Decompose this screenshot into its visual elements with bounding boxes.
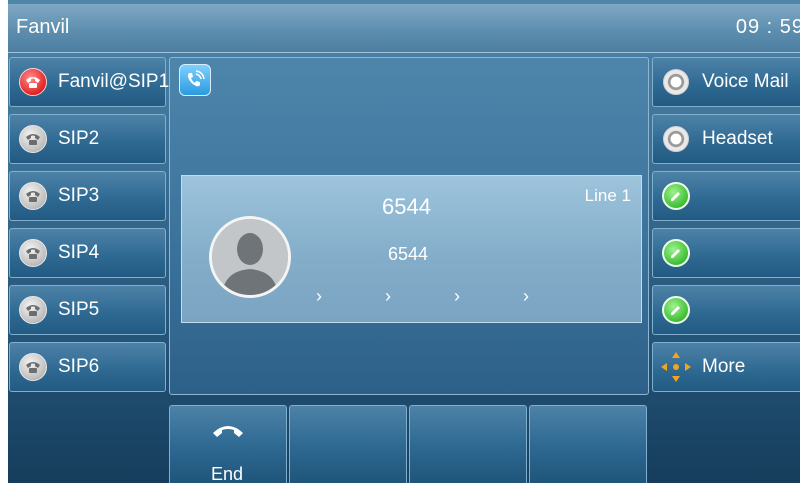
line-indicator: Line 1 (584, 186, 631, 205)
line-key-label: SIP3 (58, 185, 100, 206)
softkey-3[interactable] (409, 405, 527, 483)
status-bar: Fanvil 09 : 59 (8, 4, 800, 53)
more-label: More (702, 356, 746, 377)
dss-key-label: Voice Mail (702, 71, 789, 92)
gray-handset-icon (19, 353, 47, 381)
more-button[interactable]: More (652, 342, 800, 392)
gray-handset-icon (19, 296, 47, 324)
dss-key-3[interactable] (652, 171, 800, 221)
end-call-softkey[interactable]: End (169, 405, 287, 483)
softkey-4[interactable] (529, 405, 647, 483)
gray-handset-icon (19, 125, 47, 153)
call-info-card: 6544 6544 Line 1 › › › › (181, 175, 642, 323)
line-key-label: Fanvil@SIP1 (58, 71, 170, 92)
line-key-6[interactable]: SIP6 (9, 342, 166, 392)
dss-key-voicemail[interactable]: Voice Mail (652, 57, 800, 107)
radio-icon (663, 126, 689, 152)
line-key-label: SIP5 (58, 299, 100, 320)
line-key-1[interactable]: Fanvil@SIP1 (9, 57, 170, 107)
line-key-5[interactable]: SIP5 (9, 285, 166, 335)
softkey-label: End (211, 464, 244, 483)
dss-key-label: Headset (702, 128, 773, 149)
gray-handset-icon (19, 239, 47, 267)
line-key-4[interactable]: SIP4 (9, 228, 166, 278)
caller-number: 6544 (388, 244, 429, 264)
device-title: Fanvil (16, 16, 70, 38)
dss-key-5[interactable] (652, 285, 800, 335)
caller-name: 6544 (382, 194, 431, 219)
pencil-icon (662, 182, 690, 210)
clock: 09 : 59 (735, 16, 800, 38)
softkey-2[interactable] (289, 405, 407, 483)
radio-icon (663, 69, 689, 95)
line-key-label: SIP4 (58, 242, 100, 263)
arrows-icon (661, 352, 691, 382)
calling-progress: › › › › (316, 286, 558, 306)
line-key-3[interactable]: SIP3 (9, 171, 166, 221)
line-key-label: SIP6 (58, 356, 100, 377)
line-key-2[interactable]: SIP2 (9, 114, 166, 164)
pencil-icon (662, 296, 690, 324)
contact-avatar (209, 216, 291, 298)
dss-key-headset[interactable]: Headset (652, 114, 800, 164)
call-panel: 6544 6544 Line 1 › › › › (169, 57, 649, 395)
line-key-label: SIP2 (58, 128, 100, 149)
dss-key-4[interactable] (652, 228, 800, 278)
gray-handset-icon (19, 182, 47, 210)
phone-screen: Fanvil 09 : 59 Fanvil@SIP1 SIP2 SIP3 SIP… (8, 0, 800, 483)
pencil-icon (662, 239, 690, 267)
end-call-icon (213, 426, 243, 437)
phone-call-icon (179, 64, 211, 96)
red-handset-icon (19, 68, 47, 96)
